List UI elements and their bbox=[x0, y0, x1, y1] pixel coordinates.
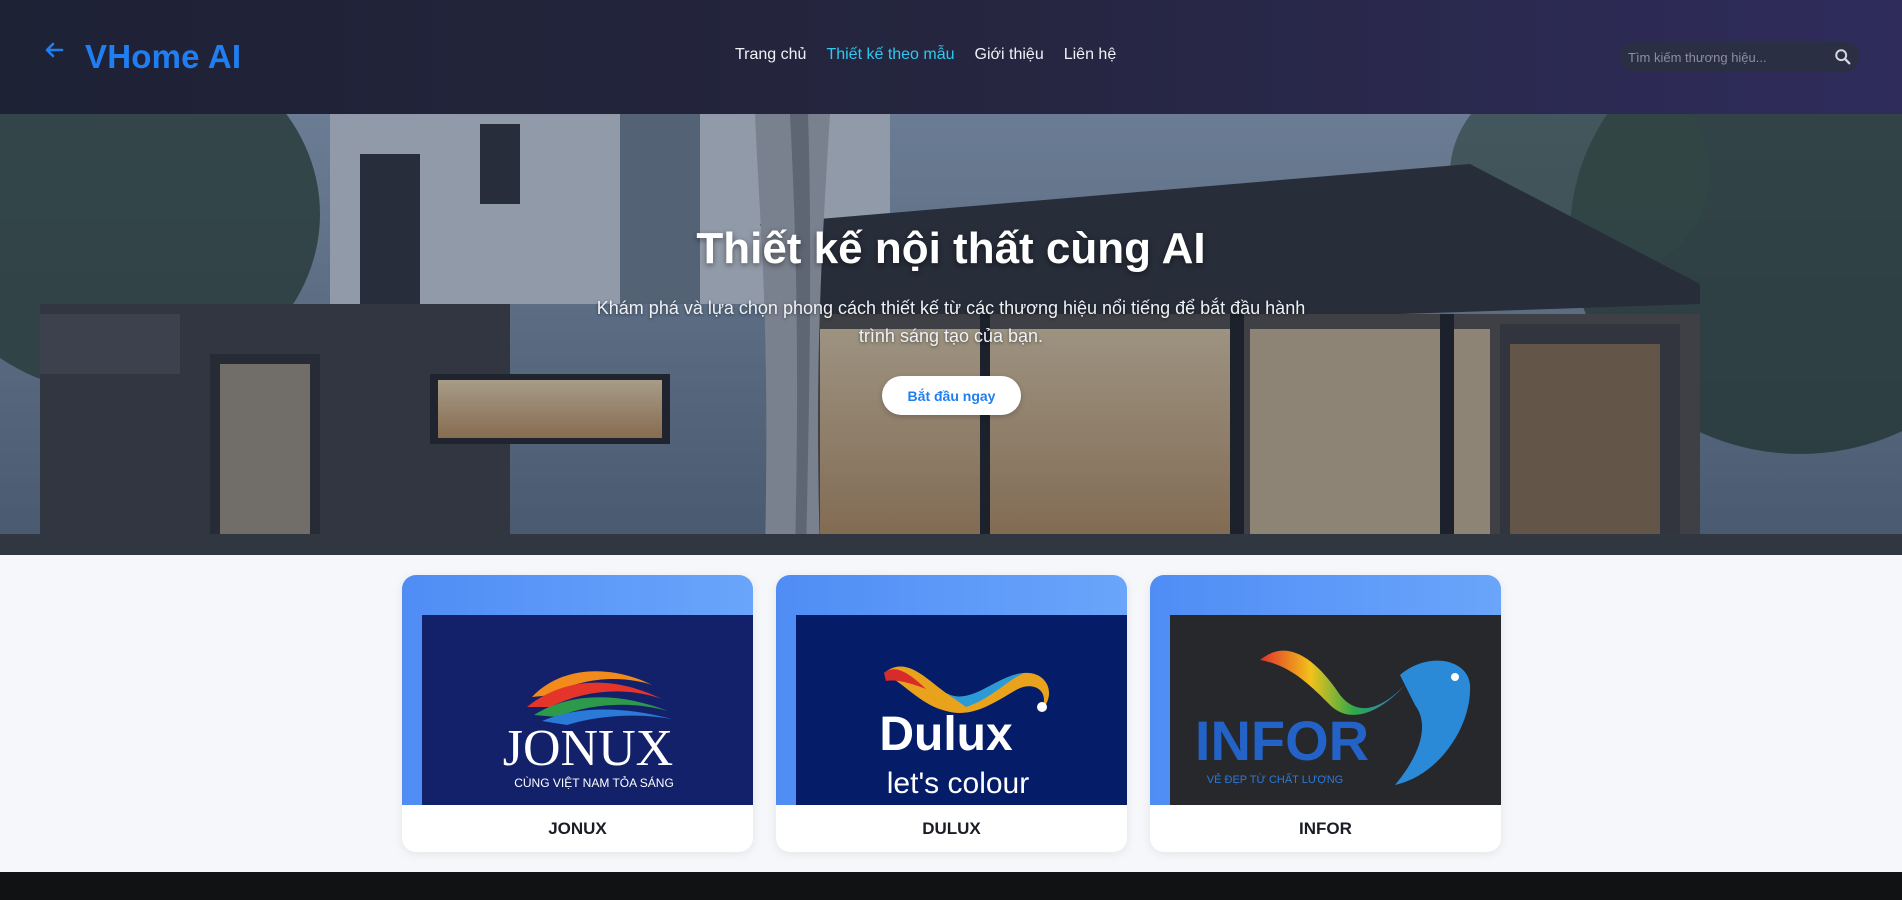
footer bbox=[0, 872, 1902, 900]
svg-text:Dulux: Dulux bbox=[879, 708, 1013, 761]
svg-text:let's colour: let's colour bbox=[887, 767, 1029, 800]
brand-logo-infor: INFOR VẺ ĐẸP TỪ CHẤT LƯỢNG bbox=[1170, 615, 1501, 805]
hero-banner: Thiết kế nội thất cùng AI Khám phá và lự… bbox=[0, 114, 1902, 555]
brand-name: JONUX bbox=[548, 819, 607, 838]
hero-title: Thiết kế nội thất cùng AI bbox=[696, 224, 1206, 273]
main-nav: Trang chủ Thiết kế theo mẫu Giới thiệu L… bbox=[735, 46, 1116, 64]
nav-item-template-design[interactable]: Thiết kế theo mẫu bbox=[826, 46, 954, 64]
nav-item-contact[interactable]: Liên hệ bbox=[1064, 46, 1117, 64]
search-input[interactable] bbox=[1628, 42, 1828, 72]
nav-item-home[interactable]: Trang chủ bbox=[735, 46, 806, 64]
brand-name: INFOR bbox=[1299, 819, 1352, 838]
svg-text:VẺ ĐẸP TỪ CHẤT LƯỢNG: VẺ ĐẸP TỪ CHẤT LƯỢNG bbox=[1207, 773, 1343, 786]
search-box bbox=[1620, 42, 1860, 72]
brand-name: DULUX bbox=[922, 819, 981, 838]
brand-logo-jonux: JONUX CÙNG VIỆT NAM TỎA SÁNG bbox=[422, 615, 753, 805]
get-started-button[interactable]: Bắt đầu ngay bbox=[882, 376, 1021, 415]
brand-card-dulux[interactable]: Dulux let's colour DULUX bbox=[776, 575, 1127, 852]
site-logo[interactable]: VHome AI bbox=[85, 38, 241, 76]
hero-subtitle: Khám phá và lựa chọn phong cách thiết kế… bbox=[596, 298, 1306, 346]
brand-logo-dulux: Dulux let's colour bbox=[796, 615, 1127, 805]
svg-text:CÙNG VIỆT NAM TỎA SÁNG: CÙNG VIỆT NAM TỎA SÁNG bbox=[514, 775, 674, 790]
svg-text:JONUX: JONUX bbox=[503, 720, 673, 777]
svg-text:INFOR: INFOR bbox=[1195, 709, 1369, 772]
brand-card-jonux[interactable]: JONUX CÙNG VIỆT NAM TỎA SÁNG JONUX bbox=[402, 575, 753, 852]
search-icon[interactable] bbox=[1834, 48, 1852, 66]
arrow-left-icon[interactable] bbox=[42, 38, 66, 62]
top-navbar: VHome AI Trang chủ Thiết kế theo mẫu Giớ… bbox=[0, 0, 1902, 114]
nav-item-about[interactable]: Giới thiệu bbox=[975, 46, 1044, 64]
brand-card-infor[interactable]: INFOR VẺ ĐẸP TỪ CHẤT LƯỢNG INFOR bbox=[1150, 575, 1501, 852]
